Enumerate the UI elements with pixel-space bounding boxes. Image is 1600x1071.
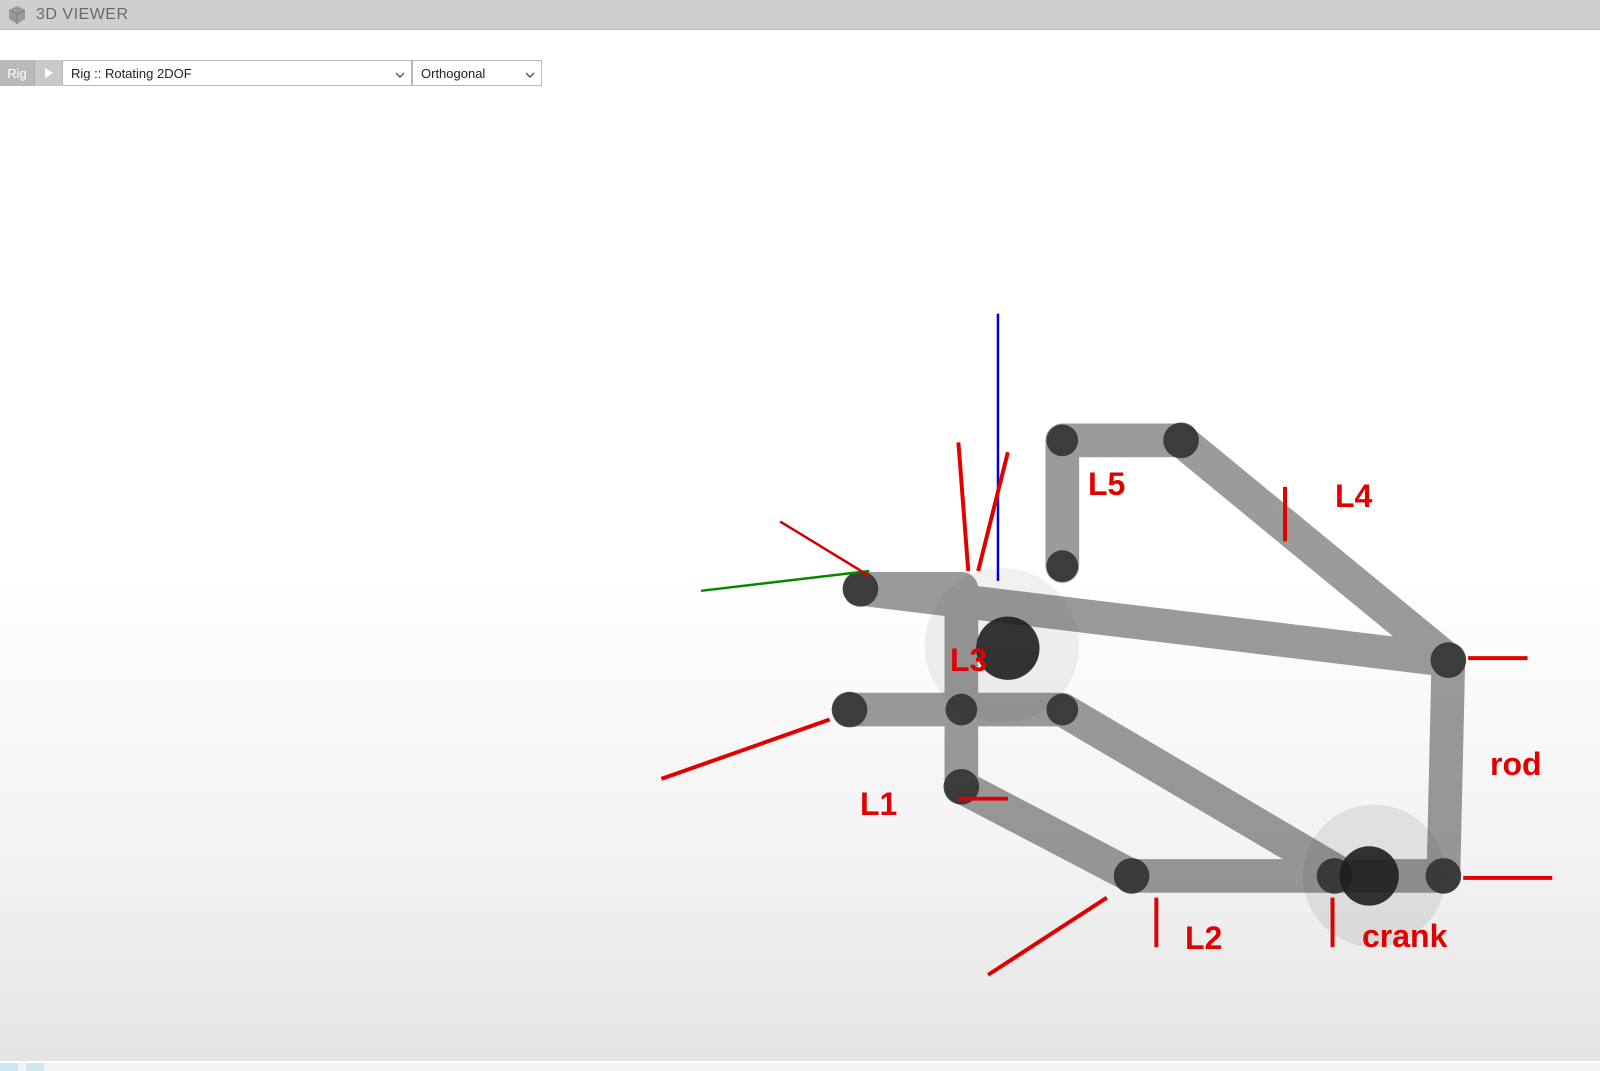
joint-i [832,692,868,728]
window-title: 3D VIEWER [36,6,129,24]
joint-b [1163,423,1199,459]
mechanism-links [832,423,1466,948]
statusbar [0,1063,1600,1071]
rig-select-value: Rig :: Rotating 2DOF [71,66,192,81]
joint-n [1046,425,1078,457]
play-icon [44,67,54,79]
joint-a [843,571,879,607]
play-button[interactable] [34,60,62,86]
center-sphere [976,617,1039,680]
crank-sphere [1339,846,1398,905]
joint-m [1046,550,1078,582]
joint-e [1426,858,1462,894]
joint-d [1431,642,1467,678]
joint-k [1046,694,1078,726]
joint-h [946,694,978,726]
toolbar: Rig Rig :: Rotating 2DOF Orthogonal [0,60,1600,86]
viewport-3d[interactable]: L1 L2 L3 L4 L5 rod crank [0,86,1600,1061]
titlebar-spacer [0,30,1600,60]
rig-select-dropdown[interactable]: Rig :: Rotating 2DOF [62,60,412,86]
joint-g [1114,858,1150,894]
projection-select-value: Orthogonal [421,66,485,81]
chevron-down-icon [525,66,535,81]
app-cube-icon [6,4,28,26]
chevron-down-icon [395,66,405,81]
scene-svg [0,86,1600,1061]
axis-x [780,522,869,576]
titlebar: 3D VIEWER [0,0,1600,30]
projection-select-dropdown[interactable]: Orthogonal [412,60,542,86]
rig-label: Rig [0,60,34,86]
link-rod [1443,660,1448,876]
origin-axes [701,314,998,591]
